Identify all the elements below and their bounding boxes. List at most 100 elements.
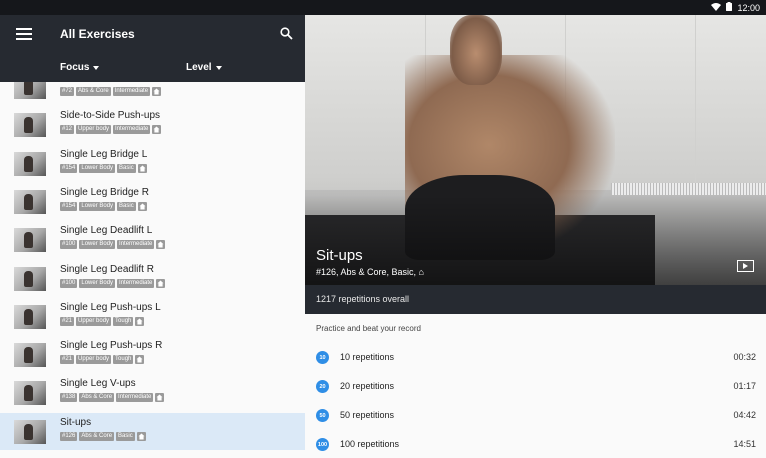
tag-badge: Basic xyxy=(117,163,136,173)
home-icon xyxy=(152,87,162,96)
home-icon xyxy=(137,201,147,211)
exercise-name: Single Leg V-ups xyxy=(60,378,136,390)
exercise-tags: #72 Abs & Core Intermediate xyxy=(60,87,162,96)
record-row[interactable]: 10 10 repetitions 00:32 xyxy=(305,343,766,371)
tag-badge: #154 xyxy=(60,201,78,211)
level-filter[interactable]: Level xyxy=(186,62,222,73)
home-icon xyxy=(135,316,145,326)
battery-icon xyxy=(726,2,733,13)
tag-badge: #12 xyxy=(60,125,75,135)
exercise-thumbnail xyxy=(14,343,46,368)
home-icon xyxy=(155,393,165,403)
tag-badge: #126 xyxy=(60,431,78,441)
record-time: 00:32 xyxy=(733,352,756,362)
tag-badge: Intermediate xyxy=(117,240,155,250)
menu-icon[interactable] xyxy=(16,28,32,42)
exercise-tags: #138 Abs & Core Intermediate xyxy=(60,393,165,403)
exercise-thumbnail xyxy=(14,82,46,99)
exercise-name: Single Leg Bridge L xyxy=(60,148,148,160)
exercise-tags: #154 Lower Body Basic xyxy=(60,163,147,173)
page-title: All Exercises xyxy=(60,27,135,41)
record-label: 10 repetitions xyxy=(340,352,395,362)
list-item[interactable]: Single Leg V-ups #138 Abs & Core Intermedia… xyxy=(0,374,305,412)
tag-badge: Tough xyxy=(113,316,134,326)
tag-badge: #100 xyxy=(60,240,78,250)
exercise-detail-pane: Sit-ups #126, Abs & Core, Basic, ⌂ 1217 … xyxy=(305,15,766,451)
list-item[interactable]: Single Leg Deadlift L #100 Lower Body Inter… xyxy=(0,221,305,259)
tag-badge: #21 xyxy=(60,316,75,326)
tag-badge: Lower Body xyxy=(79,240,116,250)
exercise-thumbnail xyxy=(14,228,46,253)
exercise-name: Single Leg Push-ups R xyxy=(60,340,163,352)
tag-badge: Basic xyxy=(117,201,136,211)
exercise-hero-image: Sit-ups #126, Abs & Core, Basic, ⌂ xyxy=(305,15,766,285)
exercise-thumbnail xyxy=(14,381,46,406)
exercise-list: Side Star Plank R #72Abs & CoreIntermedia… xyxy=(0,82,305,450)
tag-badge: Intermediate xyxy=(116,393,154,403)
record-row[interactable]: 100 100 repetitions 14:51 xyxy=(305,430,766,458)
record-row[interactable]: 50 50 repetitions 04:42 xyxy=(305,401,766,429)
record-label: 20 repetitions xyxy=(340,381,395,391)
tag-badge: #138 xyxy=(60,393,78,403)
level-filter-label: Level xyxy=(186,62,212,73)
list-item[interactable]: Single Leg Deadlift R #100 Lower Body Inter… xyxy=(0,260,305,298)
tag-badge: Abs & Core xyxy=(79,431,115,441)
list-item[interactable]: Single Leg Push-ups R #21 Upper body Tough xyxy=(0,336,305,374)
exercise-tags: #21 Upper body Tough xyxy=(60,316,145,326)
tag-badge: Lower Body xyxy=(79,163,116,173)
exercise-tags: #154 Lower Body Basic xyxy=(60,201,147,211)
exercise-thumbnail xyxy=(14,419,46,444)
exercise-subtitle: #126, Abs & Core, Basic, ⌂ xyxy=(316,267,424,277)
repetitions-badge: 20 xyxy=(316,380,329,393)
home-icon xyxy=(136,431,146,441)
exercise-name: Side Star Plank R xyxy=(60,82,139,83)
repetitions-summary: 1217 repetitions overall xyxy=(305,285,766,314)
record-row[interactable]: 20 20 repetitions 01:17 xyxy=(305,372,766,400)
tag-badge: Intermediate xyxy=(112,87,151,96)
repetitions-badge: 50 xyxy=(316,409,329,422)
home-icon xyxy=(152,125,162,135)
repetitions-badge: 10 xyxy=(316,351,329,364)
tag-badge: #21 xyxy=(60,355,75,365)
list-item[interactable]: Single Leg Bridge R #154 Lower Body Basic xyxy=(0,183,305,221)
record-time: 04:42 xyxy=(733,410,756,420)
exercise-list-pane: All Exercises Focus Level Side Star Plan… xyxy=(0,15,305,450)
list-item[interactable]: Side Star Plank R #72Abs & CoreIntermedia… xyxy=(0,82,305,106)
tag-badge: #154 xyxy=(60,163,78,173)
tag-badge: Abs & Core xyxy=(76,87,111,96)
status-bar: 12:00 xyxy=(0,0,766,15)
records-section: Practice and beat your record 10 10 repet… xyxy=(305,314,766,451)
tag-badge: Basic xyxy=(116,431,135,441)
tag-badge: Intermediate xyxy=(113,125,151,135)
list-item[interactable]: Side-to-Side Push-ups #12 Upper body Interm… xyxy=(0,106,305,144)
tag-badge: #100 xyxy=(60,278,78,288)
home-icon xyxy=(156,240,166,250)
exercise-thumbnail xyxy=(14,266,46,291)
list-item[interactable]: Single Leg Bridge L #154 Lower Body Basic xyxy=(0,145,305,183)
focus-filter[interactable]: Focus xyxy=(60,62,100,73)
tag-badge: Upper body xyxy=(76,125,112,135)
focus-filter-label: Focus xyxy=(60,62,90,73)
exercise-tags: #12 Upper body Intermediate xyxy=(60,125,162,135)
play-video-icon[interactable] xyxy=(737,260,754,272)
exercise-thumbnail xyxy=(14,113,46,138)
list-item[interactable]: Single Leg Push-ups L #21 Upper body Tough xyxy=(0,298,305,336)
record-label: 50 repetitions xyxy=(340,410,395,420)
home-icon xyxy=(156,278,166,288)
record-time: 01:17 xyxy=(733,381,756,391)
exercise-name: Side-to-Side Push-ups xyxy=(60,110,161,122)
tag-badge: Intermediate xyxy=(117,278,155,288)
records-heading: Practice and beat your record xyxy=(316,324,421,333)
search-icon[interactable] xyxy=(280,27,294,41)
list-item[interactable]: Sit-ups #126 Abs & Core Basic xyxy=(0,412,305,450)
exercise-tags: #100 Lower Body Intermediate xyxy=(60,240,166,250)
exercise-thumbnail xyxy=(14,304,46,329)
exercise-name: Sit-ups xyxy=(60,416,92,428)
wifi-icon xyxy=(711,2,722,13)
tag-badge: Tough xyxy=(113,355,134,365)
exercise-title: Sit-ups xyxy=(316,247,363,264)
status-time: 12:00 xyxy=(737,2,760,13)
exercise-tags: #100 Lower Body Intermediate xyxy=(60,278,166,288)
exercise-tags: #126 Abs & Core Basic xyxy=(60,431,146,441)
tag-badge: Abs & Core xyxy=(79,393,115,403)
